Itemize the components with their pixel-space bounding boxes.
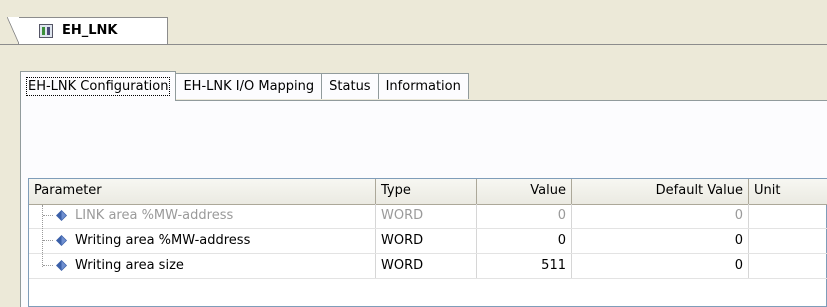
tab-eh-lnk-configuration[interactable]: EH-LNK Configuration	[20, 71, 177, 101]
unit-cell	[749, 204, 827, 228]
column-header-unit[interactable]: Unit	[749, 179, 827, 204]
column-header-value[interactable]: Value	[477, 179, 572, 204]
tree-connector	[42, 205, 43, 267]
type-cell: WORD	[376, 229, 477, 253]
type-cell: WORD	[376, 254, 477, 278]
tab-status[interactable]: Status	[322, 73, 379, 99]
unit-cell	[749, 254, 827, 278]
parameter-name: Writing area %MW-address	[75, 233, 251, 248]
value-cell[interactable]: 0	[477, 229, 572, 253]
tab-label: EH-LNK I/O Mapping	[183, 79, 315, 94]
table-row[interactable]: LINK area %MW-address WORD 0 0	[29, 204, 827, 229]
parameter-icon	[56, 260, 67, 271]
parameter-icon	[56, 235, 67, 246]
tab-eh-lnk-io-mapping[interactable]: EH-LNK I/O Mapping	[176, 73, 323, 99]
column-header-type[interactable]: Type	[376, 179, 477, 204]
editor-tab-bar: EH-LNK Configuration EH-LNK I/O Mapping …	[20, 71, 469, 101]
parameter-icon	[56, 210, 67, 221]
parameter-table: Parameter Type Value Default Value Unit …	[28, 178, 827, 307]
tab-information[interactable]: Information	[378, 73, 469, 99]
parameter-name: Writing area size	[75, 258, 184, 273]
unit-cell	[749, 229, 827, 253]
type-cell: WORD	[376, 204, 477, 228]
tab-label: Information	[385, 79, 461, 94]
document-tab-strip: EH_LNK	[0, 0, 827, 45]
document-tab-eh-lnk[interactable]: EH_LNK	[7, 17, 168, 44]
table-header: Parameter Type Value Default Value Unit	[29, 179, 827, 205]
default-value-cell: 0	[572, 229, 749, 253]
device-module-icon	[39, 24, 53, 38]
value-cell[interactable]: 511	[477, 254, 572, 278]
table-row[interactable]: Writing area size WORD 511 0	[29, 254, 827, 279]
document-tab-label: EH_LNK	[62, 23, 118, 38]
table-row[interactable]: Writing area %MW-address WORD 0 0	[29, 229, 827, 254]
default-value-cell: 0	[572, 254, 749, 278]
tab-label: Status	[329, 79, 371, 94]
tab-label: EH-LNK Configuration	[25, 77, 171, 96]
column-header-parameter[interactable]: Parameter	[29, 179, 376, 204]
column-header-default-value[interactable]: Default Value	[572, 179, 749, 204]
parameter-name: LINK area %MW-address	[75, 208, 234, 223]
default-value-cell: 0	[572, 204, 749, 228]
value-cell[interactable]: 0	[477, 204, 572, 228]
